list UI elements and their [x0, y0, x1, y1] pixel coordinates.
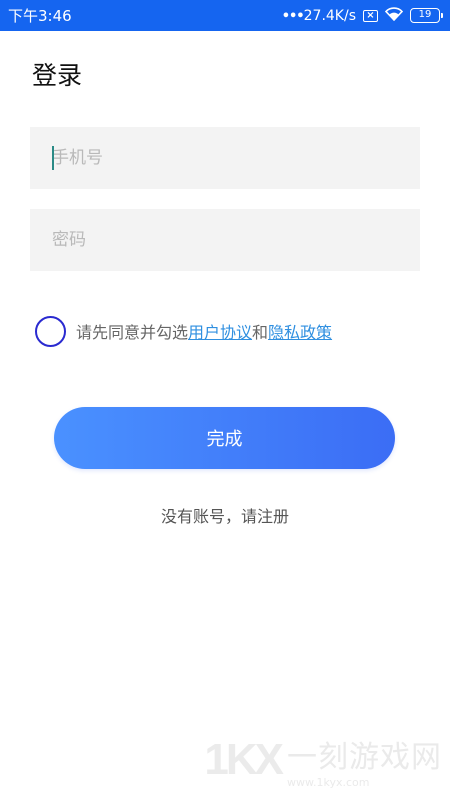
page-title: 登录: [32, 61, 83, 90]
wifi-icon: [384, 6, 404, 25]
privacy-policy-link[interactable]: 隐私政策: [268, 323, 332, 342]
agreement-prefix: 请先同意并勾选: [76, 323, 189, 342]
more-dots-icon: •••: [281, 8, 305, 24]
network-speed: •••27.4K/s: [282, 8, 356, 24]
password-input[interactable]: [30, 209, 420, 271]
battery-level: 19: [418, 9, 432, 20]
sim-x-icon: ×: [363, 9, 378, 22]
login-screen: 下午3:46 •••27.4K/s × 19 登录 请先同意并勾选用户协议和隐私…: [0, 0, 450, 800]
agree-checkbox[interactable]: [35, 315, 66, 347]
status-indicators: •••27.4K/s × 19: [282, 6, 443, 25]
network-speed-value: 27.4K/s: [303, 7, 356, 24]
watermark-logo: 1KX: [204, 735, 284, 784]
watermark-text: 一刻游戏网 www.1kyx.com: [287, 732, 442, 789]
battery-icon: 19: [410, 8, 443, 23]
watermark-url: www.1kyx.com: [287, 775, 370, 789]
agreement-text: 请先同意并勾选用户协议和隐私政策: [76, 319, 332, 343]
status-bar: 下午3:46 •••27.4K/s × 19: [0, 0, 450, 31]
register-link[interactable]: 没有账号，请注册: [0, 503, 450, 527]
agreement-and: 和: [252, 323, 269, 342]
submit-button[interactable]: 完成: [54, 407, 395, 469]
phone-input[interactable]: [30, 127, 420, 189]
user-agreement-link[interactable]: 用户协议: [188, 323, 252, 342]
status-time: 下午3:46: [8, 7, 72, 25]
watermark-name: 一刻游戏网: [287, 739, 442, 775]
watermark: 1KX 一刻游戏网 www.1kyx.com: [204, 732, 442, 789]
agreement-row: 请先同意并勾选用户协议和隐私政策: [35, 315, 332, 347]
text-cursor: [52, 146, 54, 170]
